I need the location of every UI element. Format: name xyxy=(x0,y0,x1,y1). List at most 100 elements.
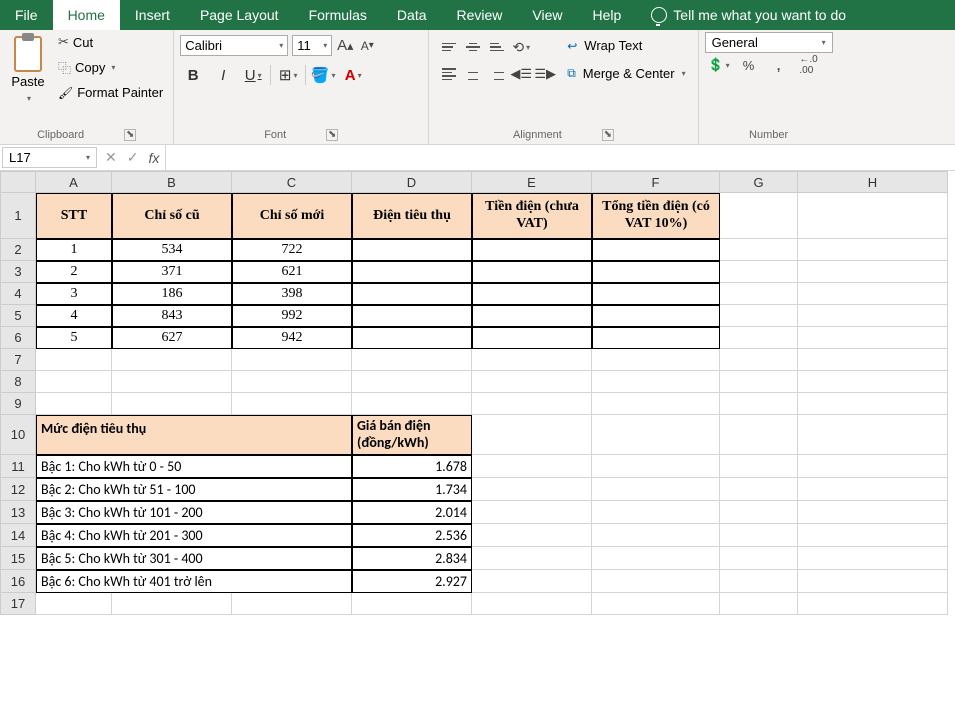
border-button[interactable] xyxy=(275,62,301,88)
tab-file[interactable]: File xyxy=(0,0,53,30)
row-header-5[interactable]: 5 xyxy=(0,305,36,327)
cell-C8[interactable] xyxy=(232,371,352,393)
cell-E15[interactable] xyxy=(472,547,592,570)
col-header-H[interactable]: H xyxy=(798,171,948,193)
accounting-format-button[interactable]: 💲 xyxy=(705,53,733,77)
cell-F1[interactable]: Tổng tiền điện (có VAT 10%) xyxy=(592,193,720,239)
cell-D1[interactable]: Điện tiêu thụ xyxy=(352,193,472,239)
cell-H10[interactable] xyxy=(798,415,948,455)
cell-G14[interactable] xyxy=(720,524,798,547)
cell-C6[interactable]: 942 xyxy=(232,327,352,349)
cell-D6[interactable] xyxy=(352,327,472,349)
align-center-button[interactable] xyxy=(461,62,485,86)
cell-C3[interactable]: 621 xyxy=(232,261,352,283)
cell-F13[interactable] xyxy=(592,501,720,524)
cell-G11[interactable] xyxy=(720,455,798,478)
increase-decimal-button[interactable]: ←.0.00 xyxy=(795,53,823,77)
cell-D16[interactable]: 2.927 xyxy=(352,570,472,593)
cell-H12[interactable] xyxy=(798,478,948,501)
row-header-15[interactable]: 15 xyxy=(0,547,36,570)
row-header-3[interactable]: 3 xyxy=(0,261,36,283)
increase-font-button[interactable]: A▴ xyxy=(336,36,354,56)
cell-D8[interactable] xyxy=(352,371,472,393)
cell-C4[interactable]: 398 xyxy=(232,283,352,305)
cell-H11[interactable] xyxy=(798,455,948,478)
tab-data[interactable]: Data xyxy=(382,0,442,30)
cell-D14[interactable]: 2.536 xyxy=(352,524,472,547)
cell-C2[interactable]: 722 xyxy=(232,239,352,261)
row-header-11[interactable]: 11 xyxy=(0,455,36,478)
cell-D15[interactable]: 2.834 xyxy=(352,547,472,570)
cell-C5[interactable]: 992 xyxy=(232,305,352,327)
align-bottom-button[interactable] xyxy=(485,35,509,59)
cell-E9[interactable] xyxy=(472,393,592,415)
cell-G7[interactable] xyxy=(720,349,798,371)
comma-format-button[interactable]: , xyxy=(765,53,793,77)
tab-view[interactable]: View xyxy=(517,0,577,30)
cell-G8[interactable] xyxy=(720,371,798,393)
paste-button[interactable]: Paste xyxy=(6,32,50,104)
cell-E3[interactable] xyxy=(472,261,592,283)
paste-dropdown[interactable] xyxy=(25,89,31,104)
cell-D13[interactable]: 2.014 xyxy=(352,501,472,524)
cell-H7[interactable] xyxy=(798,349,948,371)
align-top-button[interactable] xyxy=(437,35,461,59)
cell-E7[interactable] xyxy=(472,349,592,371)
cell-H1[interactable] xyxy=(798,193,948,239)
cell-F7[interactable] xyxy=(592,349,720,371)
cell-F4[interactable] xyxy=(592,283,720,305)
decrease-indent-button[interactable]: ◀☰ xyxy=(509,62,533,86)
tab-home[interactable]: Home xyxy=(53,0,120,30)
align-left-button[interactable] xyxy=(437,62,461,86)
cell-F14[interactable] xyxy=(592,524,720,547)
tell-me-search[interactable]: Tell me what you want to do xyxy=(636,0,861,30)
cell-E13[interactable] xyxy=(472,501,592,524)
merge-center-button[interactable]: Merge & Center xyxy=(565,63,687,83)
row-header-2[interactable]: 2 xyxy=(0,239,36,261)
cell-D12[interactable]: 1.734 xyxy=(352,478,472,501)
cell-D9[interactable] xyxy=(352,393,472,415)
cell-G12[interactable] xyxy=(720,478,798,501)
cell-A4[interactable]: 3 xyxy=(36,283,112,305)
font-name-selector[interactable]: Calibri xyxy=(180,35,288,56)
col-header-D[interactable]: D xyxy=(352,171,472,193)
cell-E8[interactable] xyxy=(472,371,592,393)
col-header-G[interactable]: G xyxy=(720,171,798,193)
cell-E2[interactable] xyxy=(472,239,592,261)
cell-E11[interactable] xyxy=(472,455,592,478)
number-format-selector[interactable]: General xyxy=(705,32,833,53)
col-header-C[interactable]: C xyxy=(232,171,352,193)
cell-H6[interactable] xyxy=(798,327,948,349)
cell-H2[interactable] xyxy=(798,239,948,261)
cell-E4[interactable] xyxy=(472,283,592,305)
cell-A16[interactable]: Bậc 6: Cho kWh từ 401 trở lên xyxy=(36,570,352,593)
cell-A12[interactable]: Bậc 2: Cho kWh từ 51 - 100 xyxy=(36,478,352,501)
cell-F10[interactable] xyxy=(592,415,720,455)
cell-F6[interactable] xyxy=(592,327,720,349)
col-header-F[interactable]: F xyxy=(592,171,720,193)
cell-D5[interactable] xyxy=(352,305,472,327)
cell-F12[interactable] xyxy=(592,478,720,501)
cell-F16[interactable] xyxy=(592,570,720,593)
cell-E6[interactable] xyxy=(472,327,592,349)
cell-G17[interactable] xyxy=(720,593,798,615)
row-header-10[interactable]: 10 xyxy=(0,415,36,455)
font-color-button[interactable]: A xyxy=(340,62,366,88)
row-header-13[interactable]: 13 xyxy=(0,501,36,524)
cell-B1[interactable]: Chỉ số cũ xyxy=(112,193,232,239)
bold-button[interactable]: B xyxy=(180,62,206,88)
underline-button[interactable]: U xyxy=(240,62,266,88)
cancel-formula-button[interactable]: ✕ xyxy=(105,149,117,166)
cell-B17[interactable] xyxy=(112,593,232,615)
col-header-B[interactable]: B xyxy=(112,171,232,193)
clipboard-dialog-launcher[interactable]: ⬊ xyxy=(124,129,136,141)
row-header-9[interactable]: 9 xyxy=(0,393,36,415)
cell-H3[interactable] xyxy=(798,261,948,283)
tab-page-layout[interactable]: Page Layout xyxy=(185,0,294,30)
orientation-button[interactable] xyxy=(509,35,533,59)
wrap-text-button[interactable]: Wrap Text xyxy=(565,36,687,55)
cell-B2[interactable]: 534 xyxy=(112,239,232,261)
cell-A1[interactable]: STT xyxy=(36,193,112,239)
cell-A14[interactable]: Bậc 4: Cho kWh từ 201 - 300 xyxy=(36,524,352,547)
col-header-E[interactable]: E xyxy=(472,171,592,193)
